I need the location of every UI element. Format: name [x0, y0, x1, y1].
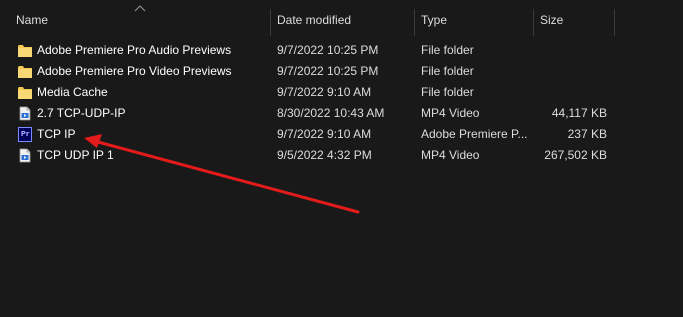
- column-header-type[interactable]: Type: [421, 0, 447, 36]
- file-name: 2.7 TCP-UDP-IP: [37, 106, 126, 120]
- column-divider[interactable]: [270, 9, 271, 36]
- file-date-modified: 9/7/2022 9:10 AM: [277, 127, 372, 141]
- file-row[interactable]: Pr TCP IP 9/7/2022 9:10 AM Adobe Premier…: [0, 124, 683, 145]
- file-row[interactable]: 2.7 TCP-UDP-IP 8/30/2022 10:43 AM MP4 Vi…: [0, 103, 683, 124]
- file-size: [533, 40, 607, 61]
- file-type: MP4 Video: [421, 148, 480, 162]
- file-list: Adobe Premiere Pro Audio Previews 9/7/20…: [0, 40, 683, 166]
- file-type: MP4 Video: [421, 106, 480, 120]
- file-name: Adobe Premiere Pro Video Previews: [37, 64, 232, 78]
- sort-ascending-icon: [134, 5, 146, 12]
- file-name: Adobe Premiere Pro Audio Previews: [37, 43, 232, 57]
- file-row[interactable]: Adobe Premiere Pro Audio Previews 9/7/20…: [0, 40, 683, 61]
- file-type: File folder: [421, 85, 474, 99]
- column-header-name[interactable]: Name: [16, 0, 48, 36]
- file-type: File folder: [421, 64, 474, 78]
- column-header-bar: Name Date modified Type Size: [0, 0, 683, 36]
- file-row[interactable]: Media Cache 9/7/2022 9:10 AM File folder: [0, 82, 683, 103]
- folder-icon: [18, 66, 32, 78]
- file-date-modified: 9/5/2022 4:32 PM: [277, 148, 372, 162]
- folder-icon: [18, 45, 32, 57]
- column-divider[interactable]: [533, 9, 534, 36]
- folder-icon: [18, 87, 32, 99]
- file-size: 267,502 KB: [544, 148, 607, 162]
- column-header-date-modified[interactable]: Date modified: [277, 0, 351, 36]
- file-date-modified: 9/7/2022 9:10 AM: [277, 85, 372, 99]
- file-row[interactable]: Adobe Premiere Pro Video Previews 9/7/20…: [0, 61, 683, 82]
- file-type: Adobe Premiere P...: [421, 127, 528, 141]
- premiere-pro-icon: Pr: [18, 127, 32, 142]
- file-size: 44,117 KB: [551, 106, 607, 120]
- column-divider[interactable]: [414, 9, 415, 36]
- video-file-icon: [19, 148, 31, 163]
- file-size: [533, 61, 607, 82]
- file-type: File folder: [421, 43, 474, 57]
- file-row[interactable]: TCP UDP IP 1 9/5/2022 4:32 PM MP4 Video …: [0, 145, 683, 166]
- file-date-modified: 9/7/2022 10:25 PM: [277, 43, 379, 57]
- file-size: 237 KB: [567, 127, 607, 141]
- file-size: [533, 82, 607, 103]
- video-file-icon: [19, 106, 31, 121]
- column-header-size[interactable]: Size: [540, 0, 563, 36]
- file-date-modified: 8/30/2022 10:43 AM: [277, 106, 385, 120]
- file-name: TCP UDP IP 1: [37, 148, 114, 162]
- file-date-modified: 9/7/2022 10:25 PM: [277, 64, 379, 78]
- file-name: TCP IP: [37, 127, 76, 141]
- column-divider[interactable]: [614, 9, 615, 36]
- file-name: Media Cache: [37, 85, 108, 99]
